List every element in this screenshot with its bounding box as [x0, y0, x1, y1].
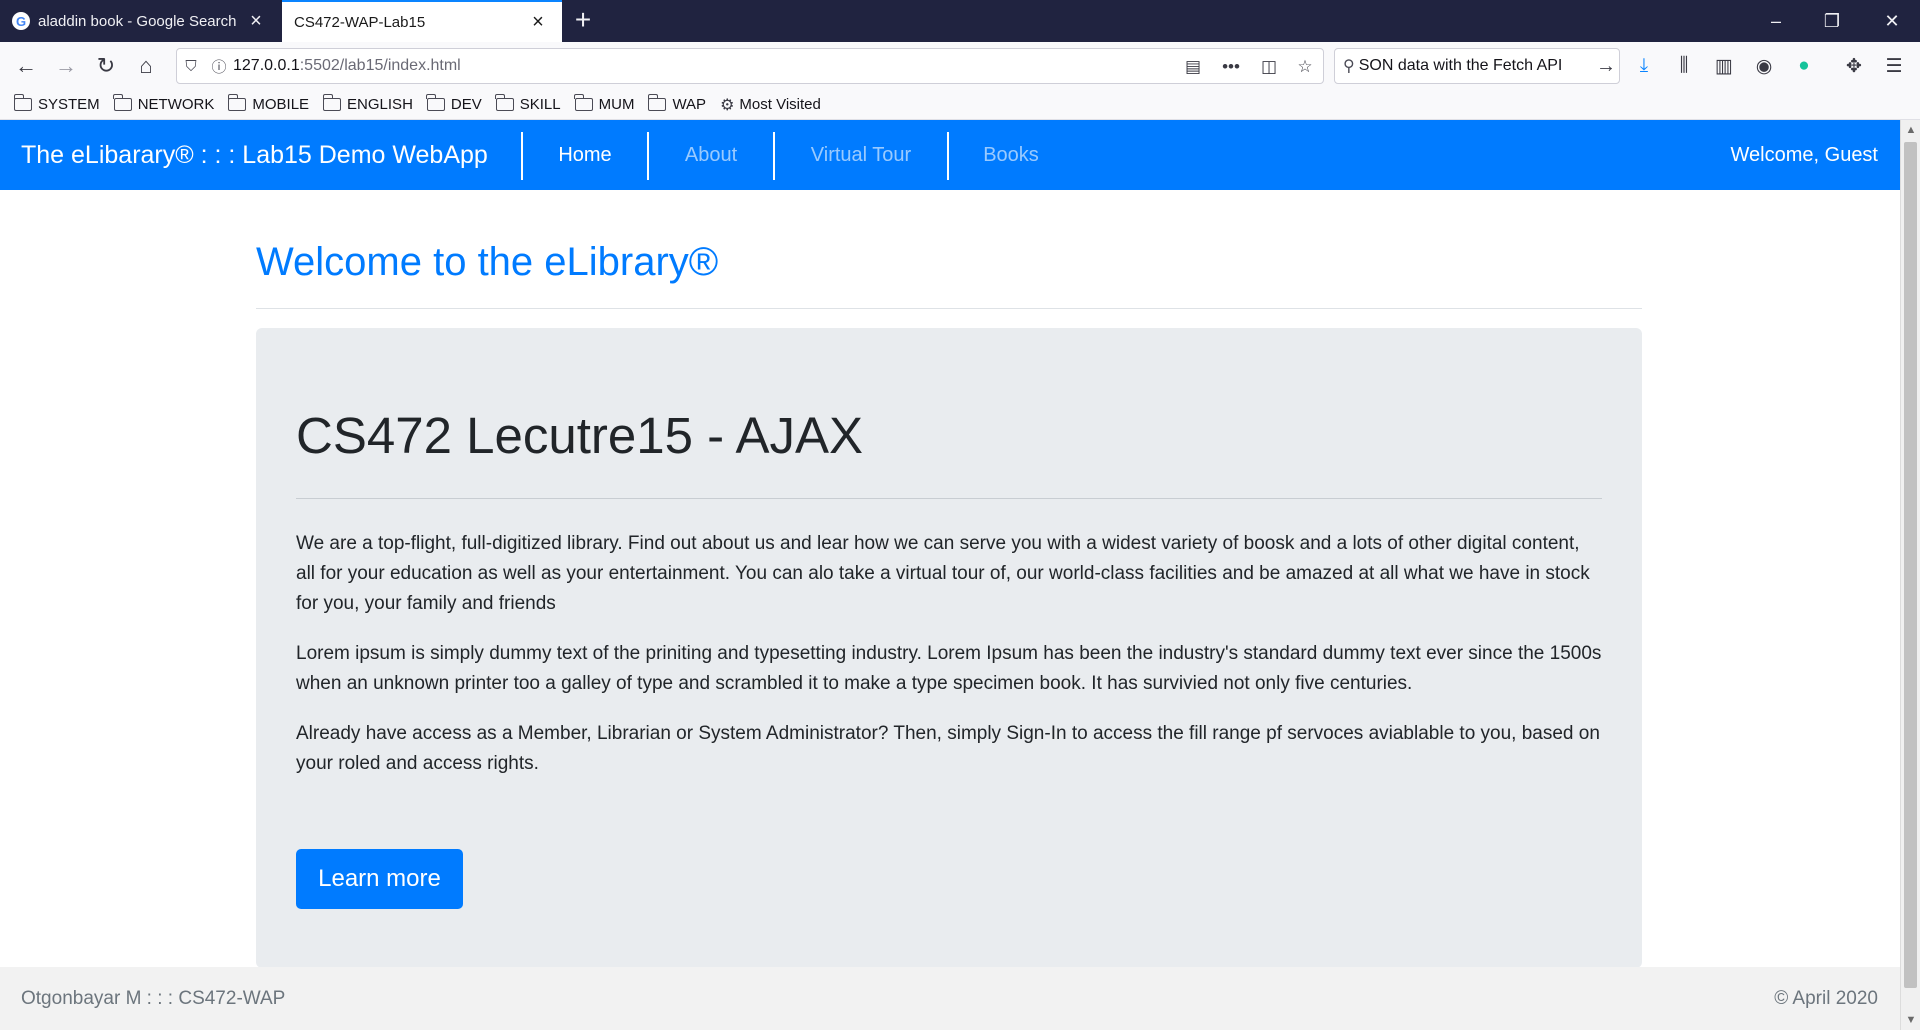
bookmark-folder-mum[interactable]: MUM — [574, 94, 634, 113]
reader-view-icon[interactable]: ▤ — [1179, 53, 1207, 81]
restore-icon[interactable]: ❐ — [1804, 0, 1860, 42]
bookmarks-toolbar: SYSTEM NETWORK MOBILE ENGLISH DEV SKILL … — [0, 90, 1920, 120]
lorem-paragraph: Lorem ipsum is simply dummy text of the … — [296, 643, 1602, 694]
bookmark-folder-english[interactable]: ENGLISH — [322, 94, 413, 113]
app-navbar: The eLibarary® : : : Lab15 Demo WebApp H… — [0, 120, 1900, 190]
tab-title: aladdin book - Google Search — [38, 12, 237, 30]
forward-icon[interactable]: → — [50, 50, 82, 82]
account-icon[interactable]: ◉ — [1748, 50, 1780, 82]
bookmark-folder-system[interactable]: SYSTEM — [13, 94, 100, 113]
tab-google-search[interactable]: G aladdin book - Google Search × — [0, 0, 280, 42]
address-bar[interactable]: ⛉ ⓘ 127.0.0.1:5502/lab15/index.html ▤ ••… — [176, 48, 1324, 84]
bookmark-folder-wap[interactable]: WAP — [647, 94, 706, 113]
search-go-icon[interactable]: → — [1593, 55, 1619, 78]
learn-more-button[interactable]: Learn more — [296, 849, 463, 909]
close-tab-icon[interactable]: × — [244, 11, 268, 31]
footer-copyright: © April 2020 — [1774, 988, 1878, 1009]
folder-icon — [426, 94, 445, 111]
reload-icon[interactable]: ↻ — [90, 50, 122, 82]
bookmark-folder-dev[interactable]: DEV — [426, 94, 482, 113]
folder-icon — [322, 94, 342, 111]
page-scrollbar[interactable]: ▲ ▼ — [1900, 120, 1920, 1030]
library-icon[interactable]: ⫼ — [1668, 50, 1700, 82]
url-path: :5502/lab15/index.html — [299, 57, 461, 74]
title-divider — [256, 308, 1642, 309]
bookmark-star-icon[interactable]: ☆ — [1291, 53, 1319, 81]
nav-virtual-tour[interactable]: Virtual Tour — [775, 120, 947, 190]
page-title: Welcome to the eLibrary® — [256, 240, 719, 284]
menu-icon[interactable]: ☰ — [1878, 50, 1910, 82]
folder-icon — [647, 94, 667, 111]
folder-icon — [574, 94, 593, 111]
folder-icon — [495, 94, 514, 111]
scroll-down-icon[interactable]: ▼ — [1901, 1010, 1920, 1030]
google-favicon-icon: G — [12, 12, 30, 30]
bookmark-folder-mobile[interactable]: MOBILE — [227, 94, 309, 113]
window-close-icon[interactable]: ✕ — [1864, 0, 1920, 42]
url-host: 127.0.0.1 — [233, 57, 300, 74]
nav-books[interactable]: Books — [949, 120, 1073, 190]
bookmark-folder-skill[interactable]: SKILL — [495, 94, 561, 113]
folder-icon — [227, 94, 247, 111]
tab-title: CS472-WAP-Lab15 — [294, 13, 426, 31]
info-icon[interactable]: ⓘ — [205, 56, 233, 77]
minimize-icon[interactable]: – — [1748, 0, 1804, 42]
pocket-icon[interactable]: ◫ — [1255, 53, 1283, 81]
folder-icon — [113, 94, 132, 111]
intro-paragraph: We are a top-flight, full-digitized libr… — [296, 533, 1590, 614]
page-viewport: The eLibarary® : : : Lab15 Demo WebApp H… — [0, 120, 1900, 1030]
home-icon[interactable]: ⌂ — [130, 50, 162, 82]
folder-icon — [13, 94, 32, 111]
download-icon[interactable]: ⤓ — [1628, 50, 1660, 82]
signin-paragraph: Already have access as a Member, Librari… — [296, 723, 1600, 774]
more-actions-icon[interactable]: ••• — [1217, 53, 1245, 81]
bookmark-most-visited[interactable]: ⚙ Most Visited — [720, 95, 821, 115]
search-input[interactable]: SON data with the Fetch API — [1359, 57, 1593, 75]
search-icon: ⚲ — [1343, 58, 1355, 75]
close-tab-icon[interactable]: × — [526, 12, 550, 32]
navbar-brand[interactable]: The eLibarary® : : : Lab15 Demo WebApp — [21, 120, 488, 190]
jumbotron-divider — [296, 498, 1602, 499]
page-footer: Otgonbayar M : : : CS472-WAP © April 202… — [0, 967, 1900, 1030]
scrollbar-thumb[interactable] — [1904, 142, 1917, 988]
nav-home[interactable]: Home — [523, 120, 647, 190]
jumbotron-heading: CS472 Lecutre15 - AJAX — [296, 407, 864, 464]
browser-tab-bar: G aladdin book - Google Search × CS472-W… — [0, 0, 1920, 42]
browser-toolbar: ← → ↻ ⌂ ⛉ ⓘ 127.0.0.1:5502/lab15/index.h… — [0, 42, 1920, 90]
extensions-icon[interactable]: ✥ — [1838, 50, 1870, 82]
grammarly-icon[interactable]: ● — [1788, 50, 1820, 82]
back-icon[interactable]: ← — [10, 50, 42, 82]
welcome-user-text: Welcome, Guest — [1730, 144, 1878, 166]
search-bar[interactable]: ⚲ SON data with the Fetch API → — [1334, 48, 1620, 84]
new-tab-icon[interactable]: + — [568, 6, 598, 36]
shield-icon[interactable]: ⛉ — [177, 58, 205, 75]
bookmark-folder-network[interactable]: NETWORK — [113, 94, 214, 113]
jumbotron: CS472 Lecutre15 - AJAX We are a top-flig… — [256, 328, 1642, 968]
nav-about[interactable]: About — [649, 120, 773, 190]
gear-icon: ⚙ — [720, 96, 735, 114]
footer-author: Otgonbayar M : : : CS472-WAP — [21, 988, 286, 1009]
scroll-up-icon[interactable]: ▲ — [1901, 120, 1920, 140]
sidebar-icon[interactable]: ▥ — [1708, 50, 1740, 82]
tab-cs472-wap-lab15[interactable]: CS472-WAP-Lab15 × — [282, 0, 562, 42]
